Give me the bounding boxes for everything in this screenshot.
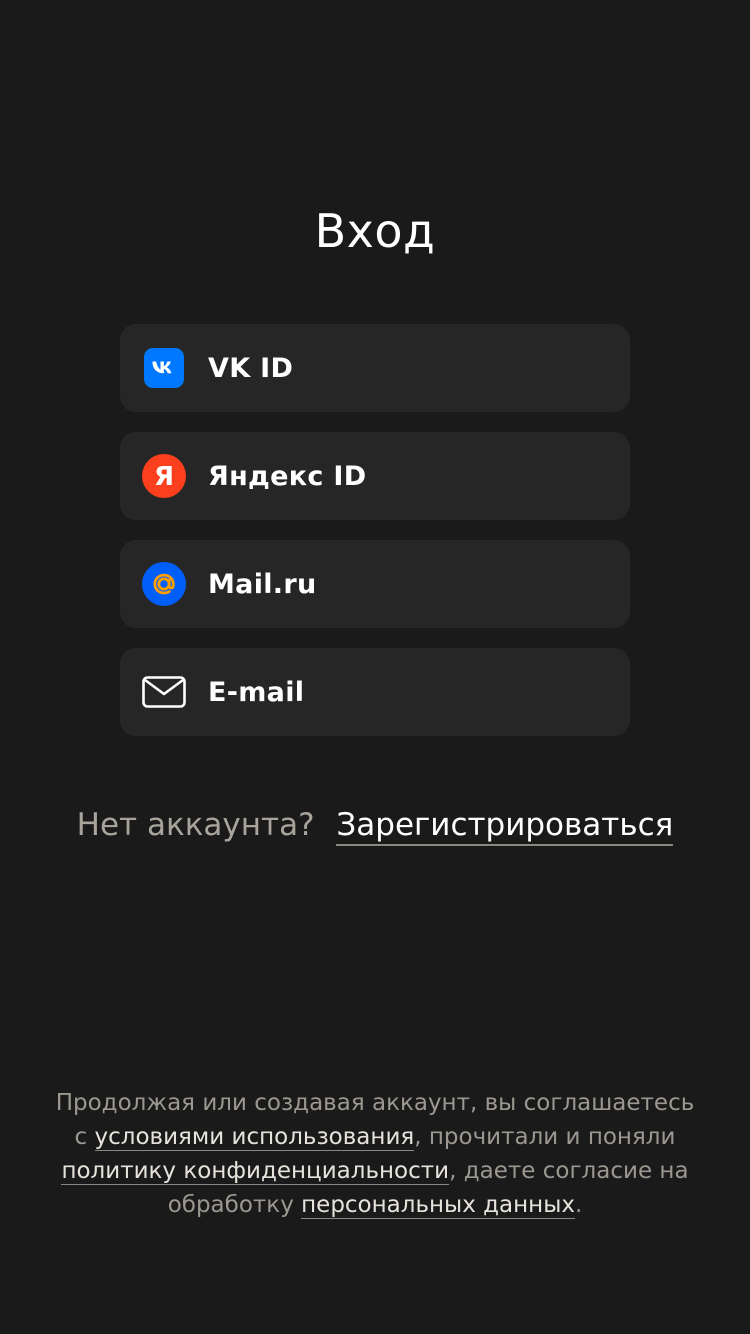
register-prompt: Нет аккаунта? Зарегистрироваться <box>0 800 750 850</box>
vk-logo-icon <box>142 346 186 390</box>
no-account-text: Нет аккаунта? <box>76 807 315 843</box>
personal-data-link[interactable]: персональных данных <box>301 1192 575 1219</box>
register-link[interactable]: Зарегистрироваться <box>336 807 674 846</box>
vk-id-label: VK ID <box>208 352 294 384</box>
yandex-logo-icon: Я <box>142 454 186 498</box>
mailru-label: Mail.ru <box>208 568 317 600</box>
legal-text-part4: . <box>574 1192 583 1218</box>
yandex-id-button[interactable]: Я Яндекс ID <box>120 432 630 520</box>
mailru-button[interactable]: Mail.ru <box>120 540 630 628</box>
legal-notice: Продолжая или создавая аккаунт, вы согла… <box>50 1086 700 1222</box>
legal-text-part2: , прочитали и поняли <box>414 1124 676 1150</box>
privacy-policy-link[interactable]: политику конфиденциальности <box>61 1158 450 1185</box>
vk-id-button[interactable]: VK ID <box>120 324 630 412</box>
terms-link[interactable]: условиями использования <box>94 1124 415 1151</box>
page-title: Вход <box>314 204 436 258</box>
email-button[interactable]: E-mail <box>120 648 630 736</box>
svg-text:Я: Я <box>154 462 174 492</box>
envelope-icon <box>142 670 186 714</box>
mailru-logo-icon <box>142 562 186 606</box>
yandex-id-label: Яндекс ID <box>208 460 367 492</box>
email-label: E-mail <box>208 676 305 708</box>
login-providers: VK ID Я Яндекс ID Mail.ru E-mail <box>120 324 630 756</box>
